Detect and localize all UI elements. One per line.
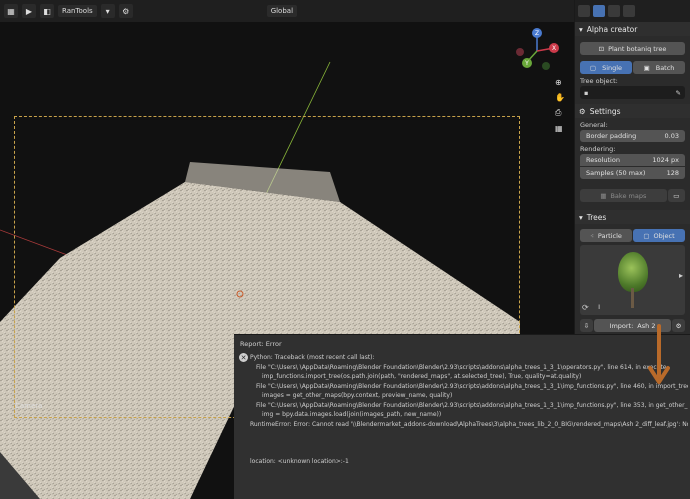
traceback-line: File "C:\Users\ \AppData\Roaming\Blender… (256, 363, 667, 371)
traceback-line: imp_functions.import_tree(os.path.join(p… (262, 373, 582, 380)
dropdown-icon[interactable]: ▾ (100, 4, 115, 18)
tree-thumbnail (616, 252, 650, 308)
alpha-creator-header[interactable]: ▾ Alpha creator (575, 22, 690, 36)
plant-tree-button[interactable]: ⊡ Plant botaniq tree (580, 42, 685, 55)
import-label: Import: (609, 321, 634, 330)
resolution-label: Resolution (586, 156, 620, 164)
import-icon-button[interactable]: ⇩ (580, 319, 593, 332)
camera-label: Camera (15, 402, 43, 410)
plant-tree-label: Plant botaniq tree (608, 44, 667, 53)
transform-orientation[interactable]: Global (266, 5, 298, 17)
folder-button[interactable]: ▭ (667, 189, 685, 202)
traceback-line: File "C:\Users\ \AppData\Roaming\Blender… (256, 382, 688, 390)
settings-header[interactable]: ⚙ Settings (575, 104, 690, 118)
camera-view-icon[interactable]: ⎙ (555, 108, 565, 118)
panel-tab-active[interactable] (593, 5, 605, 17)
batch-icon: ▣ (643, 63, 650, 72)
samples-label: Samples (50 max) (586, 169, 646, 177)
report-title: Report: Error (240, 340, 282, 348)
annotation-arrow-icon (648, 324, 670, 384)
collapse-icon: ▾ (579, 212, 583, 222)
bake-maps-button[interactable]: ▦ Bake maps (580, 189, 667, 202)
wrench-icon[interactable]: ⚙ (118, 4, 133, 18)
alpha-creator-title: Alpha creator (586, 24, 638, 34)
mode-single-button[interactable]: ▢ Single (580, 61, 632, 74)
tab-particle[interactable]: ⁖ Particle (580, 229, 632, 242)
rendering-label: Rendering: (580, 145, 616, 153)
play-icon[interactable]: ▶ (22, 4, 36, 18)
refresh-icon[interactable]: ⟳ (582, 303, 589, 312)
panel-tab[interactable] (608, 5, 620, 17)
grid-icon[interactable]: ▦ (555, 124, 565, 133)
mode-batch-label: Batch (655, 63, 675, 72)
hand-pan-icon[interactable]: ✋ (555, 93, 565, 102)
collapse-icon: ▾ (579, 24, 583, 34)
traceback-line: images = get_other_maps(bpy.context, pre… (262, 392, 453, 399)
traceback-line: RuntimeError: Error: Cannot read '\\Blen… (250, 420, 688, 428)
navigation-gizmo[interactable]: Z X Y (514, 28, 560, 74)
general-label: General: (580, 121, 608, 129)
folder-icon: ▭ (673, 191, 680, 200)
editor-type-icon[interactable]: ▦ (4, 4, 18, 18)
traceback-line: File "C:\Users\ \AppData\Roaming\Blender… (256, 401, 688, 409)
resolution-value: 1024 px (652, 156, 679, 164)
border-padding-field[interactable]: Border padding 0.03 (580, 130, 685, 142)
settings-label: Settings (589, 106, 621, 116)
tab-object-label: Object (653, 231, 675, 240)
tab-particle-label: Particle (597, 231, 622, 240)
object-icon: ▪ (584, 88, 589, 97)
trees-header[interactable]: ▾ Trees (575, 210, 690, 224)
traceback-line: img = bpy.data.images.load(join(images_p… (262, 411, 442, 418)
tree-icon: ⊡ (598, 44, 605, 53)
viewport-mode-icon[interactable]: ◧ (40, 4, 54, 18)
single-icon: ▢ (589, 63, 597, 72)
error-report-popup: Report: Error ✕ Python: Traceback (most … (234, 334, 690, 499)
traceback-location: location: <unknown location>:-1 (250, 458, 349, 465)
traceback-text: Python: Traceback (most recent call last… (250, 353, 688, 467)
settings-icon: ⚙ (579, 106, 586, 116)
viewport-header: ▦ ▶ ◧ RanTools ▾ ⚙ Global (0, 0, 574, 22)
border-padding-label: Border padding (586, 132, 637, 140)
resolution-field[interactable]: Resolution 1024 px (580, 154, 685, 166)
zoom-icon[interactable]: ⊕ (555, 78, 565, 87)
traceback-line: Python: Traceback (most recent call last… (250, 354, 375, 361)
trees-title: Trees (586, 212, 607, 222)
mode-batch-button[interactable]: ▣ Batch (633, 61, 685, 74)
samples-value: 128 (666, 169, 679, 177)
gizmo-z-label: Z (535, 30, 539, 37)
workspace-selector[interactable]: RanTools (58, 5, 97, 17)
samples-field[interactable]: Samples (50 max) 128 (580, 167, 685, 179)
import-settings-button[interactable]: ⚙ (672, 319, 685, 332)
tree-object-field[interactable]: ▪ ✎ (580, 86, 685, 99)
bake-icon: ▦ (600, 191, 607, 200)
bake-maps-label: Bake maps (610, 191, 647, 200)
next-arrow-icon[interactable]: ▸ (679, 271, 683, 280)
object-tab-icon: ▢ (643, 231, 650, 240)
tree-preview[interactable]: ⟳ ı ▸ (580, 245, 685, 315)
border-padding-value: 0.03 (664, 132, 679, 140)
tab-object[interactable]: ▢ Object (633, 229, 685, 242)
panel-tab[interactable] (578, 5, 590, 17)
import-icon: ⇩ (583, 321, 590, 330)
gear-icon: ⚙ (675, 321, 682, 330)
panel-tab[interactable] (623, 5, 635, 17)
error-icon: ✕ (239, 353, 248, 362)
person-scale-icon: ı (598, 302, 601, 311)
particle-icon: ⁖ (590, 231, 594, 240)
gizmo-x-label: X (552, 45, 556, 52)
gizmo-y-label: Y (524, 60, 529, 67)
tree-object-label: Tree object: (580, 77, 618, 85)
mode-single-label: Single (602, 63, 623, 72)
eyedropper-icon[interactable]: ✎ (676, 89, 681, 97)
